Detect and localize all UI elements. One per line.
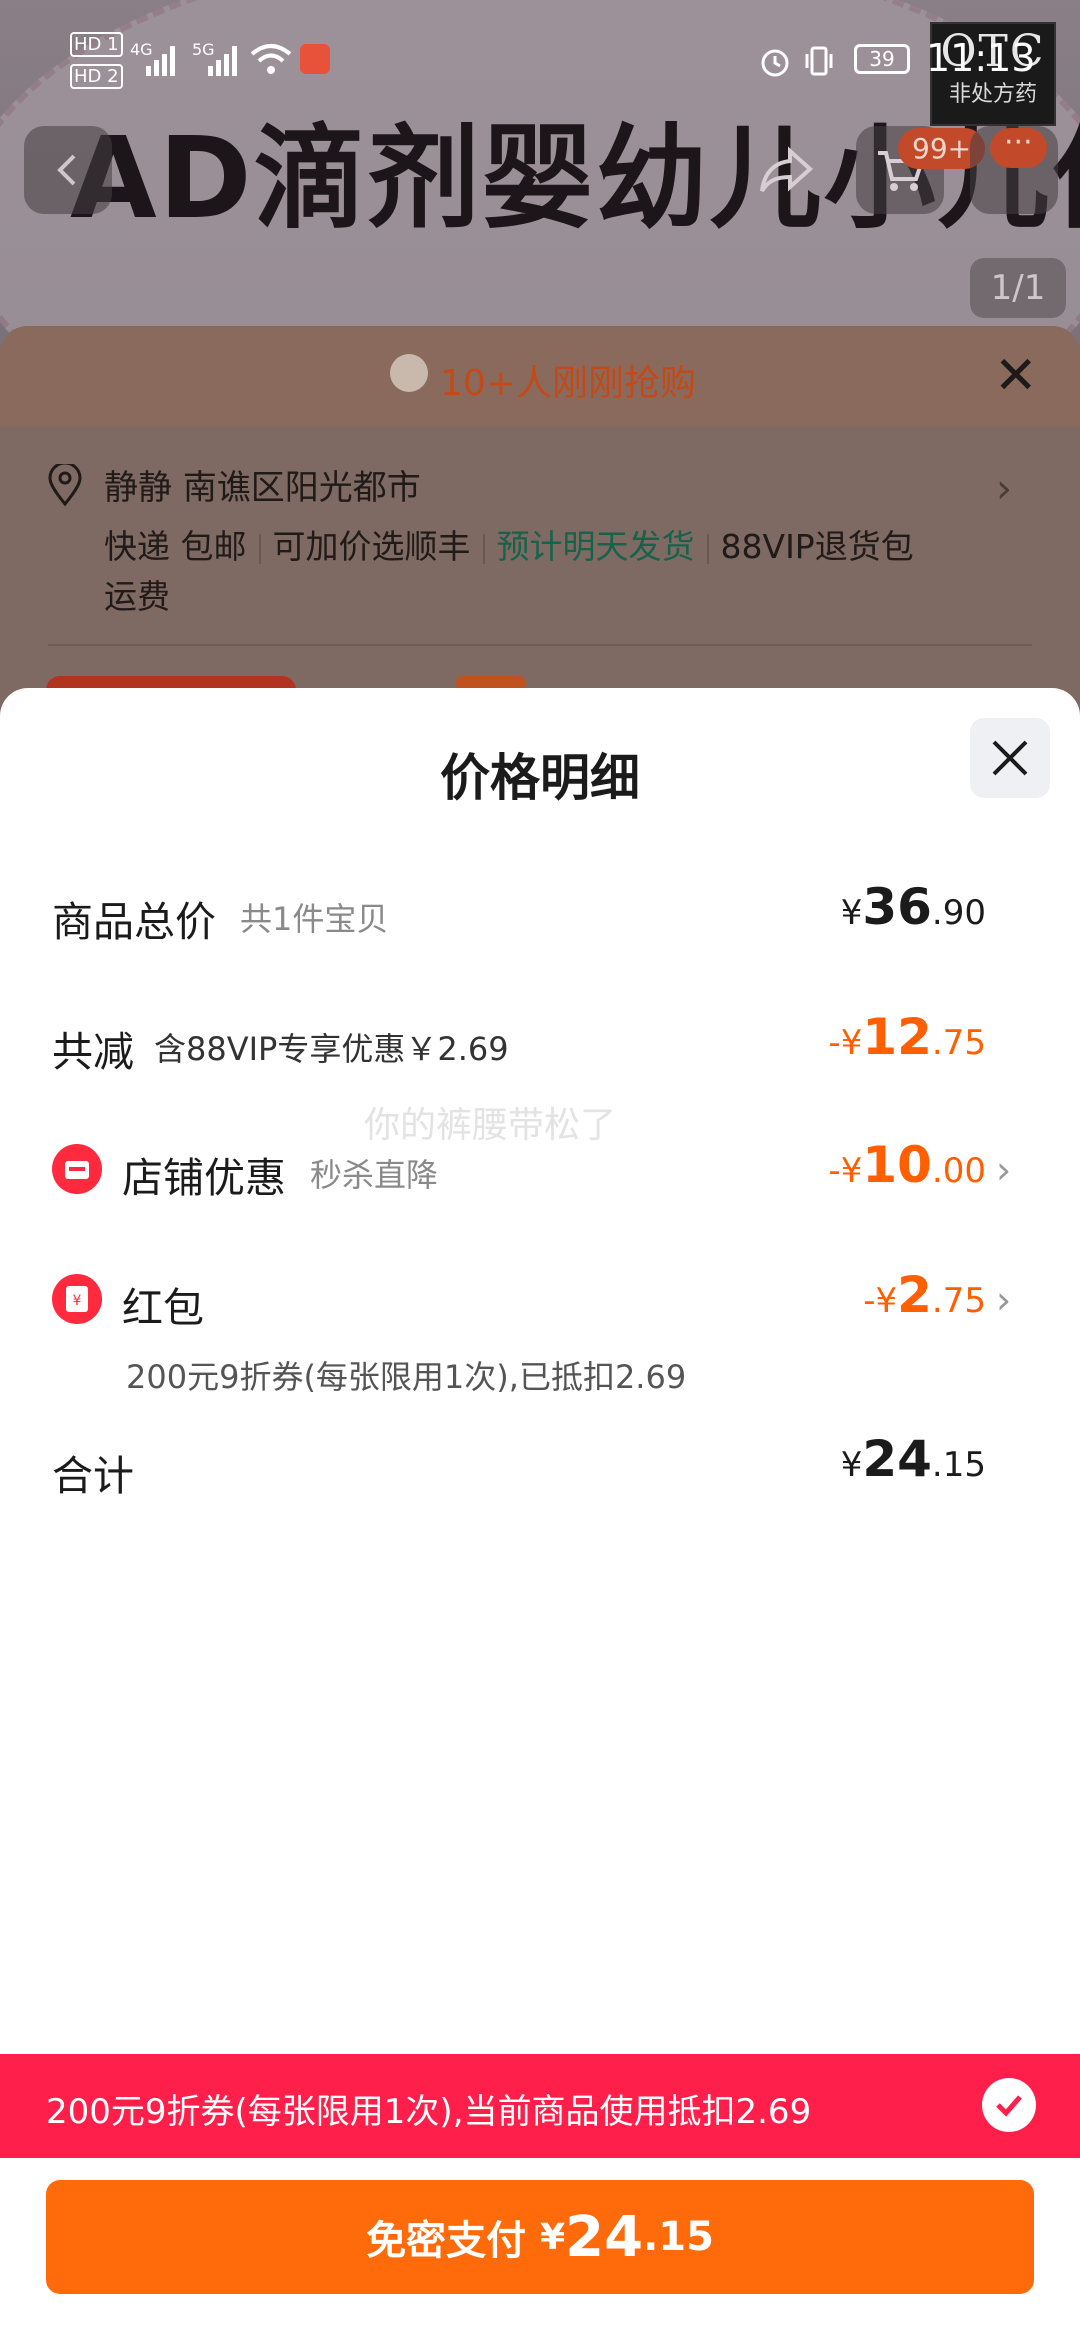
hd1-indicator: HD 1 xyxy=(70,32,123,57)
total-count: 共1件宝贝 xyxy=(240,900,389,938)
amount-decimal: .00 xyxy=(931,1151,986,1191)
shipping-info: 快递 包邮 可加价选顺丰 预计明天发货 88VIP退货包 xyxy=(104,520,914,568)
total-amount: ¥36.90 xyxy=(841,878,986,936)
shipping-divider xyxy=(706,533,709,564)
coupon-text: 200元9折券(每张限用1次),当前商品使用抵扣2.69 xyxy=(46,2092,812,2132)
currency-symbol: -¥ xyxy=(863,1281,898,1321)
amount-integer: 24 xyxy=(862,1430,932,1488)
address-location: 南谯区阳光都市 xyxy=(182,468,421,508)
reduction-label: 共减 xyxy=(52,1028,134,1076)
currency-symbol: ¥ xyxy=(840,893,863,933)
currency-symbol: -¥ xyxy=(828,1023,863,1063)
address-name: 静静 xyxy=(104,468,172,508)
reduction-note: 含88VIP专享优惠￥2.69 xyxy=(154,1030,509,1068)
flash-text: 10+人刚刚抢购 xyxy=(440,363,696,404)
address-chevron-icon: › xyxy=(996,466,1012,512)
shipping-item: 快递 包邮 xyxy=(104,527,247,566)
close-button[interactable] xyxy=(970,718,1050,798)
amount-decimal: .15 xyxy=(643,2214,714,2260)
shipping-info-cont: 运费 xyxy=(104,577,170,616)
amount-integer: 36 xyxy=(862,878,932,936)
image-pager: 1/1 xyxy=(970,258,1066,318)
shipping-eta: 预计明天发货 xyxy=(496,527,695,566)
coupon-checkbox[interactable] xyxy=(982,2078,1036,2132)
sum-amount: ¥24.15 xyxy=(841,1430,986,1488)
shipping-item: 88VIP退货包 xyxy=(720,527,914,566)
amount-integer: 12 xyxy=(862,1008,932,1066)
location-pin-icon xyxy=(48,464,82,506)
store-discount-label[interactable]: 店铺优惠 xyxy=(122,1144,286,1204)
currency-symbol: ¥ xyxy=(840,1445,863,1485)
shipping-divider xyxy=(482,533,485,564)
pay-button[interactable]: 免密支付 ¥24.15 xyxy=(46,2180,1034,2294)
currency-symbol: -¥ xyxy=(828,1151,863,1191)
total-label: 商品总价 xyxy=(52,898,216,946)
app-notification-icon xyxy=(300,44,330,74)
sum-label: 合计 xyxy=(52,1452,134,1500)
battery-indicator: 39 xyxy=(854,44,910,74)
red-packet-label[interactable]: 红包 xyxy=(122,1274,204,1334)
shipping-item: 可加价选顺丰 xyxy=(272,527,471,566)
order-sheet: 10+人刚刚抢购 ✕ 静静 南谯区阳光都市 › 快递 包邮 可加价选顺丰 预计明天发… xyxy=(0,326,1080,746)
order-sheet-close-icon[interactable]: ✕ xyxy=(994,348,1038,404)
status-bar: HD 1 HD 2 4G 5G 39 11:13 xyxy=(0,0,1080,100)
amount-integer: 10 xyxy=(862,1136,932,1194)
pay-button-label: 免密支付 xyxy=(366,2218,527,2264)
currency-symbol: ¥ xyxy=(540,2216,566,2258)
reduction-amount: -¥12.75 xyxy=(828,1008,986,1066)
share-button[interactable] xyxy=(742,126,830,214)
amount-integer: 2 xyxy=(897,1266,932,1324)
store-discount-chevron-icon[interactable]: › xyxy=(996,1148,1011,1192)
signal-icon xyxy=(146,46,175,76)
coupon-bar[interactable]: 200元9折券(每张限用1次),当前商品使用抵扣2.69 xyxy=(0,2054,1080,2158)
store-discount-note: 秒杀直降 xyxy=(310,1156,439,1194)
flash-banner: 10+人刚刚抢购 ✕ xyxy=(0,326,1080,426)
back-arrow-icon xyxy=(57,154,76,186)
divider xyxy=(48,644,1032,646)
alarm-icon xyxy=(761,49,789,77)
amount-integer: 24 xyxy=(565,2204,644,2270)
share-icon xyxy=(760,146,813,193)
more-badge: ··· xyxy=(990,128,1047,168)
red-packet-amount[interactable]: -¥2.75 xyxy=(863,1266,986,1324)
store-discount-amount[interactable]: -¥10.00 xyxy=(828,1136,986,1194)
avatar-icon xyxy=(390,354,428,392)
amount-decimal: .15 xyxy=(931,1445,986,1485)
sheet-title: 价格明细 xyxy=(440,749,640,807)
red-packet-chevron-icon[interactable]: › xyxy=(996,1278,1011,1322)
amount-decimal: .75 xyxy=(931,1281,986,1321)
red-packet-note: 200元9折券(每张限用1次),已抵扣2.69 xyxy=(126,1358,687,1396)
amount-decimal: .90 xyxy=(931,893,986,933)
red-packet-icon: ¥ xyxy=(52,1274,102,1324)
address-line[interactable]: 静静 南谯区阳光都市 xyxy=(104,460,421,509)
close-icon xyxy=(992,740,1028,776)
check-icon xyxy=(996,2095,1022,2117)
watermark-text: 你的裤腰带松了 xyxy=(364,1105,617,1146)
back-button[interactable] xyxy=(24,126,112,214)
amount-decimal: .75 xyxy=(931,1023,986,1063)
store-icon xyxy=(52,1144,102,1194)
hd2-indicator: HD 2 xyxy=(70,64,123,89)
signal-2-icon xyxy=(208,46,237,76)
vibrate-icon xyxy=(805,46,833,76)
wifi-icon xyxy=(250,44,292,74)
shipping-divider xyxy=(258,533,261,564)
clock: 11:13 xyxy=(926,36,1036,80)
svg-text:¥: ¥ xyxy=(73,1293,82,1309)
